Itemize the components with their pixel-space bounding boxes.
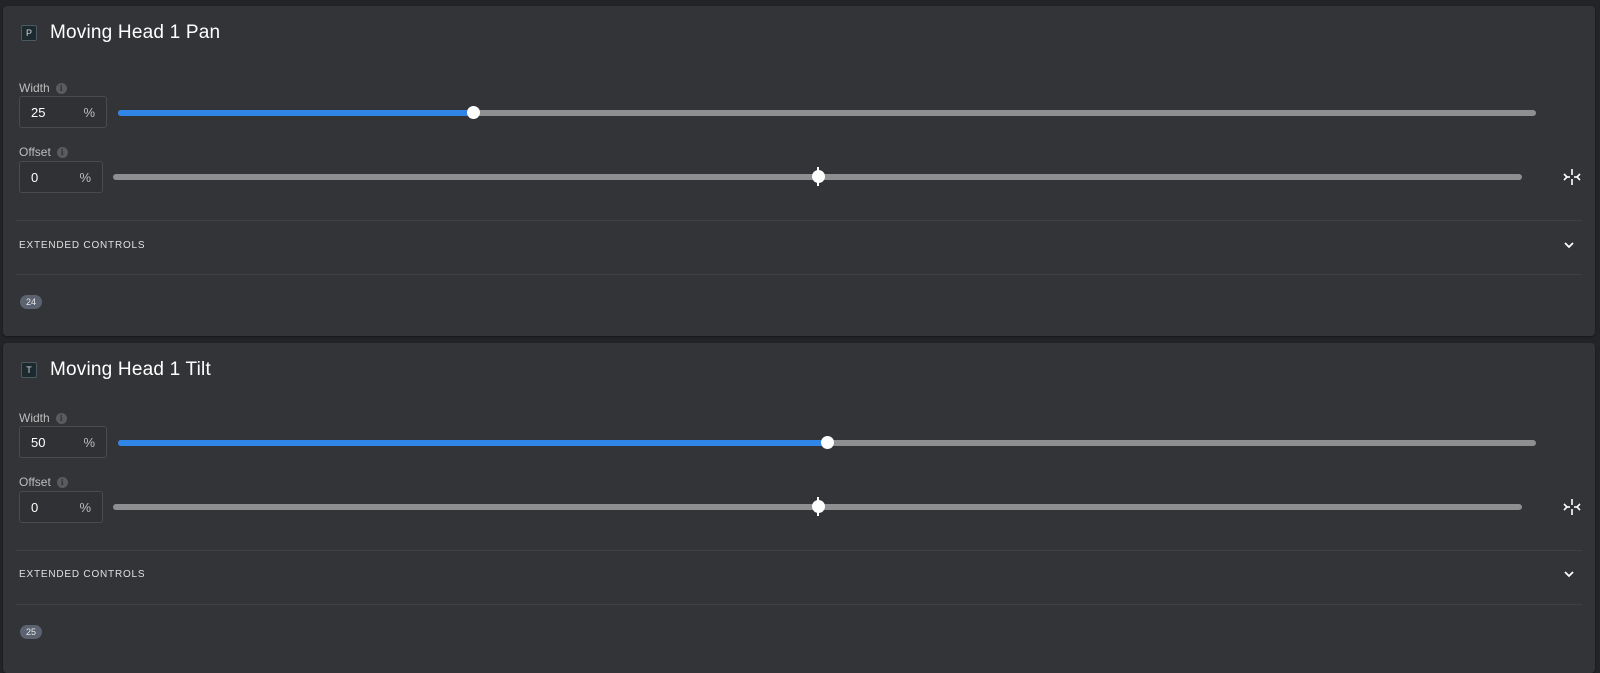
offset-value[interactable]: 0 [31, 500, 38, 515]
width-slider-fill [118, 110, 473, 116]
width-slider-fill [118, 440, 827, 446]
panel-header: P Moving Head 1 Pan [21, 22, 220, 44]
divider [16, 274, 1582, 275]
width-input[interactable]: 25 % [19, 96, 107, 128]
effect-panel-tilt: T Moving Head 1 Tilt Width i 50 % Offset… [3, 343, 1595, 673]
width-input[interactable]: 50 % [19, 426, 107, 458]
width-slider-thumb[interactable] [821, 436, 834, 449]
panel-header: T Moving Head 1 Tilt [21, 359, 211, 381]
offset-label-text: Offset [19, 475, 51, 489]
channel-badge: 24 [20, 295, 43, 309]
offset-unit: % [79, 169, 91, 185]
chevron-down-icon[interactable] [1563, 568, 1575, 580]
extended-controls-toggle[interactable]: EXTENDED CONTROLS [19, 569, 145, 580]
offset-unit: % [79, 499, 91, 515]
panel-title: Moving Head 1 Tilt [50, 359, 211, 380]
divider [16, 604, 1582, 605]
offset-slider[interactable] [113, 167, 1522, 186]
extended-controls-toggle[interactable]: EXTENDED CONTROLS [19, 240, 145, 251]
width-slider-thumb[interactable] [466, 106, 480, 119]
center-icon[interactable] [1563, 498, 1581, 516]
effect-panel-pan: P Moving Head 1 Pan Width i 25 % Offset … [3, 6, 1595, 336]
width-unit: % [83, 104, 95, 120]
width-slider[interactable] [118, 106, 1536, 119]
channel-badge: 25 [20, 625, 43, 639]
width-label-text: Width [19, 81, 50, 95]
width-unit: % [83, 434, 95, 450]
info-icon[interactable]: i [56, 476, 68, 488]
chevron-down-icon[interactable] [1563, 239, 1575, 251]
info-icon[interactable]: i [55, 412, 67, 424]
divider [16, 550, 1582, 551]
info-icon[interactable]: i [55, 82, 67, 94]
attribute-type-badge: P [21, 25, 37, 41]
center-icon[interactable] [1563, 168, 1581, 186]
offset-slider[interactable] [113, 497, 1522, 516]
info-icon[interactable]: i [56, 146, 68, 158]
offset-label-text: Offset [19, 145, 51, 159]
width-value[interactable]: 50 [31, 435, 45, 450]
offset-slider-thumb[interactable] [811, 497, 825, 516]
width-label: Width i [19, 411, 67, 425]
panel-title: Moving Head 1 Pan [50, 22, 221, 43]
width-label-text: Width [19, 411, 50, 425]
divider [16, 220, 1582, 221]
offset-value[interactable]: 0 [31, 170, 38, 185]
attribute-type-badge: T [21, 362, 37, 378]
offset-label: Offset i [19, 145, 68, 159]
width-label: Width i [19, 81, 67, 95]
width-slider[interactable] [118, 436, 1536, 449]
offset-slider-thumb[interactable] [811, 167, 825, 186]
offset-input[interactable]: 0 % [19, 491, 103, 523]
offset-label: Offset i [19, 475, 68, 489]
offset-input[interactable]: 0 % [19, 161, 103, 193]
width-value[interactable]: 25 [31, 105, 45, 120]
